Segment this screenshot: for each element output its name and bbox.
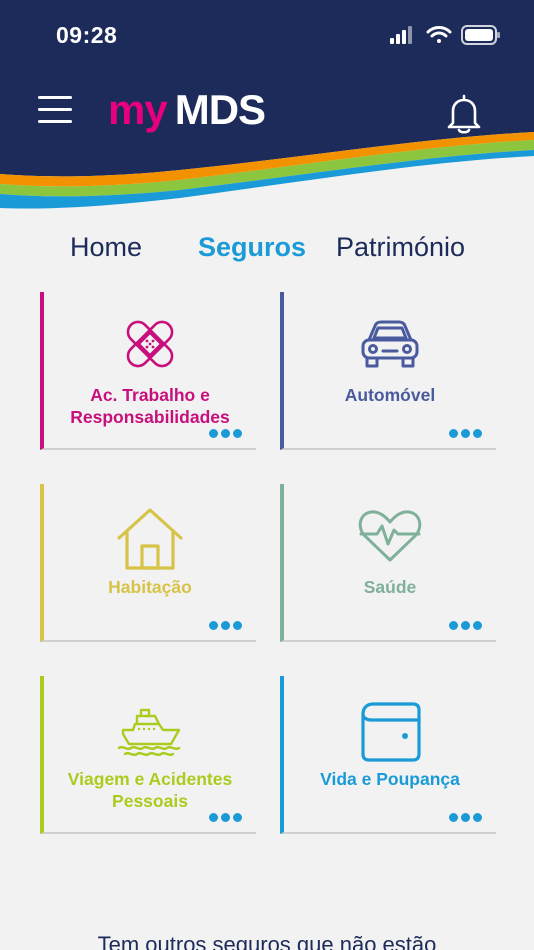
- wallet-icon: [361, 702, 421, 762]
- logo-mds: MDS: [174, 86, 266, 133]
- more-options-icon[interactable]: [449, 621, 482, 630]
- menu-icon-bar: [38, 96, 72, 99]
- card-label: Viagem e Acidentes Pessoais: [67, 769, 233, 811]
- menu-icon-bar: [38, 120, 72, 123]
- notifications-button[interactable]: [444, 92, 484, 136]
- more-options-icon[interactable]: [209, 429, 242, 438]
- tab-home[interactable]: Home: [70, 232, 142, 263]
- house-icon: [117, 508, 183, 570]
- card-label: Vida e Poupança: [320, 769, 460, 789]
- card-label: Automóvel: [344, 385, 436, 405]
- ship-icon: [117, 708, 181, 757]
- card-automovel[interactable]: Automóvel: [280, 292, 496, 450]
- card-ac-trabalho[interactable]: Ac. Trabalho e Responsabilidades: [40, 292, 256, 450]
- tab-patrimonio[interactable]: Património: [336, 232, 465, 263]
- cellular-signal-icon: [390, 26, 412, 44]
- tab-seguros[interactable]: Seguros: [198, 232, 306, 263]
- card-label: Habitação: [108, 577, 192, 597]
- card-label: Ac. Trabalho e Responsabilidades: [70, 385, 230, 427]
- other-insurances-text: Tem outros seguros que não estão: [97, 932, 437, 950]
- card-vida-poupanca[interactable]: Vida e Poupança: [280, 676, 496, 834]
- logo-my: my: [108, 86, 168, 133]
- menu-button[interactable]: [38, 96, 72, 126]
- status-time: 09:28: [56, 22, 118, 48]
- more-options-icon[interactable]: [449, 813, 482, 822]
- status-icons: [390, 25, 500, 45]
- card-viagem[interactable]: Viagem e Acidentes Pessoais: [40, 676, 256, 834]
- mymds-logo: my MDS: [108, 86, 266, 134]
- bell-icon: [447, 94, 481, 134]
- car-icon: [361, 320, 419, 368]
- card-label: Saúde: [363, 577, 417, 597]
- app-header: 09:28 my MDS: [0, 0, 534, 215]
- card-saude[interactable]: Saúde: [280, 484, 496, 642]
- more-options-icon[interactable]: [449, 429, 482, 438]
- wifi-icon: [426, 26, 452, 43]
- heart-pulse-icon: [358, 510, 422, 562]
- tab-bar: Home Seguros Património: [0, 232, 534, 272]
- more-options-icon[interactable]: [209, 813, 242, 822]
- card-habitacao[interactable]: Habitação: [40, 484, 256, 642]
- menu-icon-bar: [38, 108, 72, 111]
- bandage-icon: [126, 320, 174, 368]
- battery-icon: [461, 25, 500, 45]
- more-options-icon[interactable]: [209, 621, 242, 630]
